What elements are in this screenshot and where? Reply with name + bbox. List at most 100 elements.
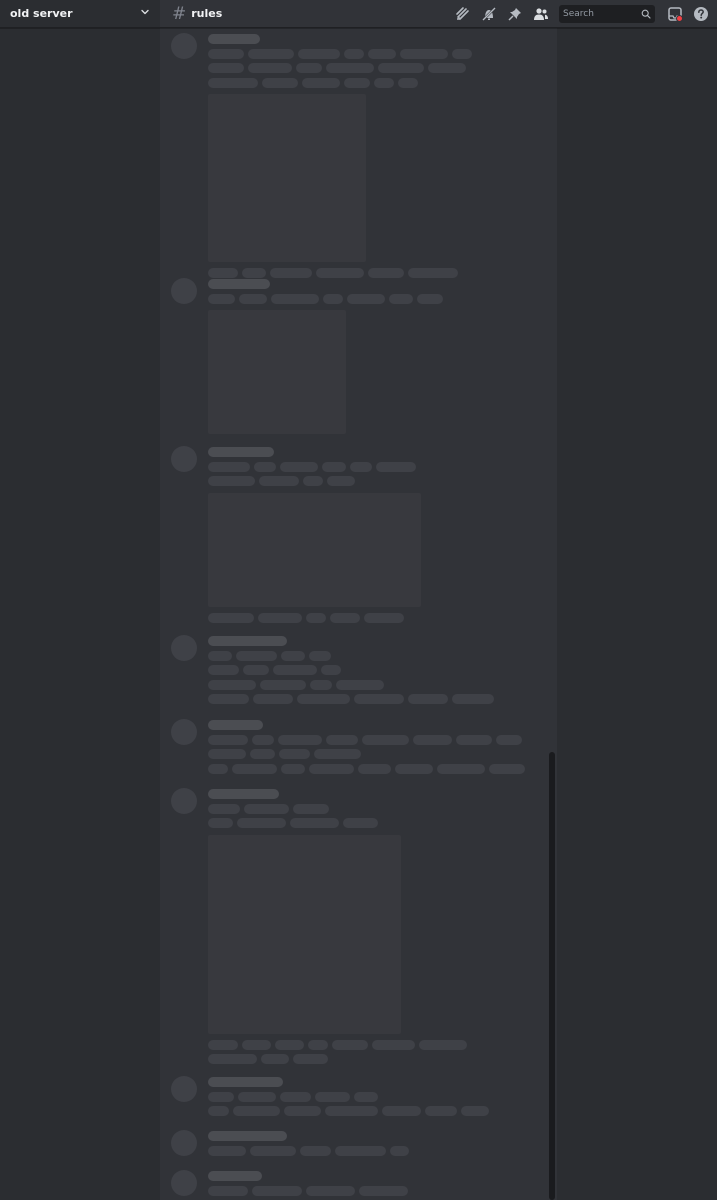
text-placeholder (208, 749, 246, 759)
pin-icon[interactable] (507, 6, 523, 22)
text-placeholder (275, 1039, 304, 1050)
text-placeholder (208, 612, 254, 623)
text-placeholder (316, 268, 364, 278)
text-placeholder (327, 476, 355, 486)
members-icon[interactable] (533, 6, 549, 22)
text-placeholder (309, 650, 331, 661)
text-placeholder (382, 1106, 421, 1116)
text-placeholder (364, 612, 404, 623)
text-placeholder (344, 48, 364, 59)
text-placeholder (237, 818, 286, 828)
search-box[interactable] (559, 4, 655, 23)
text-placeholder (208, 818, 233, 828)
text-placeholder (332, 1039, 368, 1050)
text-placeholder (232, 763, 277, 774)
text-placeholder (325, 1106, 378, 1116)
text-placeholder (395, 763, 433, 774)
text-placeholder (208, 48, 244, 59)
text-placeholder (335, 1145, 386, 1156)
channel-name: rules (191, 7, 223, 20)
text-placeholder (489, 763, 525, 774)
text-placeholder (374, 77, 394, 88)
avatar-placeholder (171, 719, 197, 745)
text-placeholder (354, 694, 404, 704)
text-placeholder (278, 734, 322, 745)
help-icon[interactable] (693, 6, 709, 22)
text-placeholder (270, 268, 312, 278)
text-placeholder (293, 1054, 328, 1064)
username-placeholder (208, 34, 260, 44)
text-placeholder (330, 612, 360, 623)
avatar-placeholder (171, 635, 197, 661)
image-placeholder (208, 310, 346, 434)
username-placeholder (208, 636, 287, 646)
message-area[interactable] (160, 0, 557, 1200)
text-placeholder (302, 77, 340, 88)
text-placeholder (300, 1145, 331, 1156)
avatar-placeholder (171, 1170, 197, 1196)
text-placeholder (208, 734, 248, 745)
avatar-placeholder (171, 33, 197, 59)
inbox-icon[interactable] (667, 6, 683, 22)
avatar-placeholder (171, 1076, 197, 1102)
text-placeholder (354, 1091, 378, 1102)
text-placeholder (260, 679, 306, 690)
text-placeholder (208, 1039, 238, 1050)
text-placeholder (336, 679, 384, 690)
text-placeholder (413, 734, 452, 745)
text-placeholder (417, 293, 443, 304)
text-placeholder (314, 749, 361, 759)
text-placeholder (261, 1054, 289, 1064)
text-placeholder (343, 818, 378, 828)
search-icon (641, 4, 651, 23)
text-placeholder (273, 665, 317, 675)
text-placeholder (280, 1091, 311, 1102)
text-placeholder (279, 749, 310, 759)
text-placeholder (208, 1091, 234, 1102)
text-placeholder (284, 1106, 321, 1116)
text-placeholder (250, 1145, 296, 1156)
threads-icon[interactable] (455, 6, 471, 22)
scrollbar-thumb[interactable] (549, 752, 555, 1200)
text-placeholder (252, 734, 274, 745)
text-placeholder (456, 734, 492, 745)
text-placeholder (233, 1106, 280, 1116)
text-placeholder (208, 665, 239, 675)
text-placeholder (208, 293, 235, 304)
chevron-down-icon (140, 7, 150, 20)
username-placeholder (208, 1077, 283, 1087)
text-placeholder (398, 77, 418, 88)
text-placeholder (293, 803, 329, 814)
server-header[interactable]: old server (0, 0, 160, 28)
text-placeholder (323, 293, 343, 304)
text-placeholder (321, 665, 341, 675)
username-placeholder (208, 1131, 287, 1141)
text-placeholder (298, 48, 340, 59)
channel-header: # rules (160, 0, 717, 28)
text-placeholder (326, 63, 374, 73)
avatar-placeholder (171, 278, 197, 304)
text-placeholder (347, 293, 385, 304)
text-placeholder (248, 48, 294, 59)
username-placeholder (208, 720, 263, 730)
text-placeholder (297, 694, 350, 704)
text-placeholder (390, 1145, 409, 1156)
text-placeholder (208, 268, 238, 278)
avatar-placeholder (171, 446, 197, 472)
text-placeholder (452, 48, 472, 59)
text-placeholder (208, 476, 255, 486)
image-placeholder (208, 94, 366, 262)
text-placeholder (425, 1106, 457, 1116)
text-placeholder (496, 734, 522, 745)
text-placeholder (309, 763, 354, 774)
discord-window: old server # rules (0, 0, 717, 1200)
image-placeholder (208, 834, 401, 1034)
notification-off-icon[interactable] (481, 6, 497, 22)
text-placeholder (239, 293, 267, 304)
search-input[interactable] (563, 8, 641, 19)
text-placeholder (290, 818, 339, 828)
text-placeholder (253, 694, 293, 704)
text-placeholder (208, 77, 258, 88)
username-placeholder (208, 1171, 262, 1181)
hashtag-icon: # (172, 3, 187, 24)
